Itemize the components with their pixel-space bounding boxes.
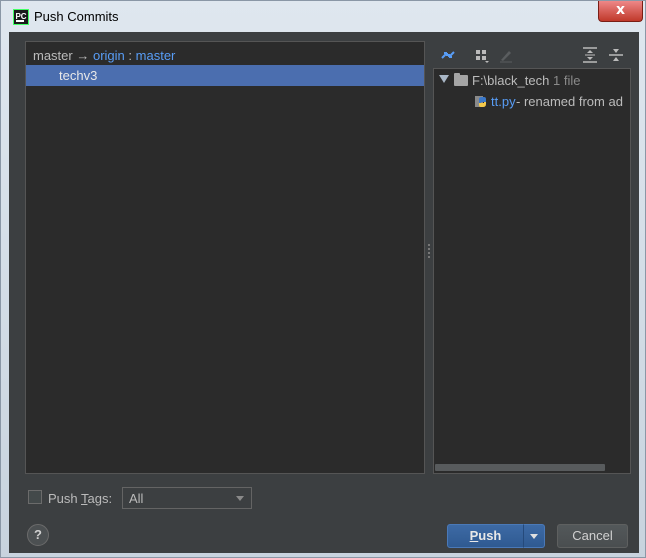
remote-name-link[interactable]: origin <box>93 48 125 63</box>
file-rename-note: - renamed from ad <box>516 94 623 109</box>
group-by-icon[interactable] <box>473 46 491 64</box>
file-count: 1 file <box>553 73 581 88</box>
dialog-content: master → origin : master techv3 F:\black… <box>9 32 639 553</box>
help-button[interactable]: ? <box>27 524 49 546</box>
tags-select-value: All <box>129 491 144 506</box>
collapse-all-icon[interactable] <box>607 46 625 64</box>
expand-arrow-icon[interactable] <box>439 75 449 83</box>
pycharm-app-icon: PC <box>13 9 29 25</box>
commit-label: techv3 <box>59 68 98 83</box>
file-name: tt.py <box>491 94 516 109</box>
local-branch: master <box>33 48 73 63</box>
chevron-down-icon <box>236 496 244 501</box>
push-button[interactable]: Push <box>447 524 524 548</box>
title-bar[interactable]: PC Push Commits x <box>1 1 646 33</box>
commits-panel: master → origin : master techv3 <box>25 41 425 474</box>
remote-separator: : <box>128 48 133 63</box>
folder-path: F:\black_tech <box>472 73 550 88</box>
tree-file-row[interactable]: tt.py - renamed from ad <box>434 93 630 111</box>
changed-files-tree: F:\black_tech 1 file tt.py - renamed fro… <box>433 68 631 474</box>
changes-toolbar <box>433 42 631 68</box>
tags-select[interactable]: All <box>122 487 252 509</box>
horizontal-scrollbar[interactable] <box>435 464 605 471</box>
branch-mapping: master → origin : master <box>33 48 175 64</box>
tree-folder-row[interactable]: F:\black_tech 1 file <box>434 72 630 90</box>
push-commits-window: PC Push Commits x master → origin : mast… <box>0 0 646 558</box>
arrow-glyph: → <box>76 48 90 63</box>
push-tags-checkbox[interactable] <box>28 490 42 504</box>
close-window-button[interactable]: x <box>598 1 643 22</box>
cancel-button[interactable]: Cancel <box>557 524 628 548</box>
remote-branch-link[interactable]: master <box>136 48 176 63</box>
panel-splitter-handle[interactable] <box>425 242 433 262</box>
python-file-icon <box>475 96 486 107</box>
edit-icon[interactable] <box>497 46 515 64</box>
folder-icon <box>454 73 468 86</box>
push-tags-label: Push Tags: <box>48 491 113 506</box>
expand-all-icon[interactable] <box>581 46 599 64</box>
window-title: Push Commits <box>34 9 119 24</box>
push-options-dropdown[interactable] <box>523 524 545 548</box>
commit-row[interactable]: techv3 <box>26 65 424 86</box>
sync-icon[interactable] <box>439 46 457 64</box>
